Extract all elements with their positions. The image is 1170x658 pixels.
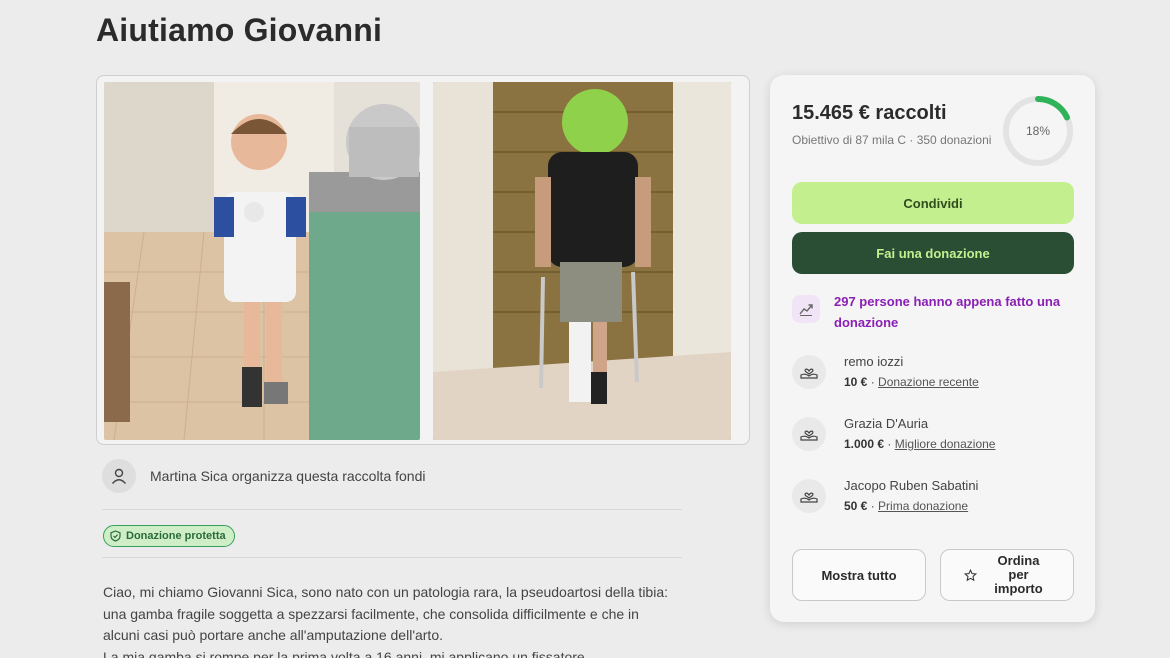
story-line: alcuni casi può portare anche all'amputa… [103, 627, 443, 643]
donor-name: Grazia D'Auria [844, 416, 929, 431]
story-text: Ciao, mi chiamo Giovanni Sica, sono nato… [103, 582, 703, 658]
person-icon [102, 459, 136, 493]
protected-badge[interactable]: Donazione protetta [103, 525, 235, 547]
story-line: una gamba fragile soggetta a spezzarsi f… [103, 605, 639, 622]
share-button[interactable]: Condividi [792, 182, 1074, 224]
divider [102, 557, 682, 558]
organizer-row: Martina Sica organizza questa raccolta f… [102, 459, 425, 493]
donor-item: remo iozzi 10 € · Donazione recente [792, 352, 979, 392]
star-icon [963, 568, 977, 581]
shield-icon [110, 530, 121, 542]
goal-text: Obiettivo di 87 mila C · 350 donazioni [792, 133, 992, 147]
heart-hands-icon [792, 479, 826, 513]
divider [102, 509, 682, 510]
donor-amount: 1.000 € [844, 437, 885, 451]
donor-amount: 10 € [844, 375, 868, 389]
recent-activity: 297 persone hanno appena fatto una donaz… [792, 291, 1074, 333]
donor-tag-link[interactable]: Migliore donazione [895, 437, 996, 451]
photo-child[interactable] [104, 82, 420, 440]
donor-item: Jacopo Ruben Sabatini 50 € · Prima donaz… [792, 476, 978, 516]
show-all-button[interactable]: Mostra tutto [792, 549, 926, 601]
recent-activity-text: 297 persone hanno appena fatto una donaz… [834, 294, 1061, 330]
trending-up-icon [792, 295, 820, 323]
organizer-text: Martina Sica organizza questa raccolta f… [150, 468, 426, 484]
donate-button[interactable]: Fai una donazione [792, 232, 1074, 274]
page-title: Aiutiamo Giovanni [96, 12, 383, 48]
donor-amount: 50 € [844, 499, 868, 513]
sort-by-amount-button[interactable]: Ordina per importo [940, 549, 1074, 601]
photo-crutches[interactable] [433, 82, 731, 440]
donor-name: remo iozzi [844, 354, 904, 369]
heart-hands-icon [792, 417, 826, 451]
story-line: Ciao, mi chiamo Giovanni Sica, sono nato… [103, 584, 668, 600]
donor-item: Grazia D'Auria 1.000 € · Migliore donazi… [792, 414, 995, 454]
sort-label: Ordina per importo [994, 553, 1043, 596]
amount-raised: 15.465 € raccolti [792, 102, 947, 124]
photo-gallery[interactable] [96, 75, 750, 445]
heart-hands-icon [792, 355, 826, 389]
badge-label: Donazione protetta [126, 530, 226, 542]
donor-tag-link[interactable]: Prima donazione [878, 499, 968, 513]
donor-tag-link[interactable]: Donazione recente [878, 375, 979, 389]
story-line: La mia gamba si rompe per la prima volta… [103, 648, 585, 658]
fundraiser-page: Aiutiamo Giovanni Martina Sica organizza… [0, 0, 1170, 658]
donation-card: 15.465 € raccolti Obiettivo di 87 mila C… [770, 75, 1095, 622]
progress-percent: 18% [1025, 124, 1051, 138]
donor-name: Jacopo Ruben Sabatini [844, 478, 979, 493]
